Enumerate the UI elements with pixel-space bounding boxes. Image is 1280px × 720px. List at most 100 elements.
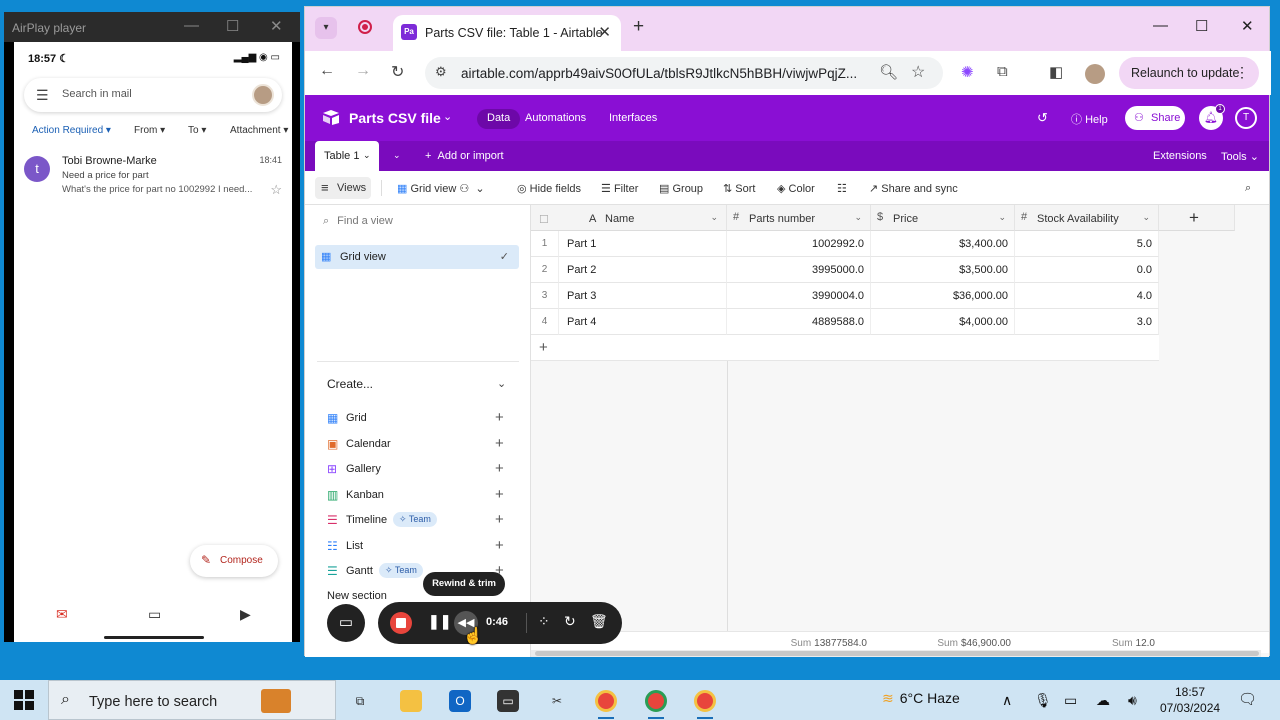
new-section-button[interactable]: New section: [327, 590, 387, 602]
chip-to[interactable]: To ▾: [188, 125, 206, 136]
maximize-icon[interactable]: ☐: [226, 17, 239, 35]
side-panel-icon[interactable]: ◧: [1049, 63, 1063, 81]
add-or-import-button[interactable]: + Add or import: [425, 150, 504, 162]
table-row[interactable]: 3 Part 3 3990004.0 $36,000.00 4.0: [531, 283, 1159, 309]
views-button[interactable]: ≡ Views: [315, 177, 371, 199]
chevron-down-icon[interactable]: ⌄: [443, 110, 452, 123]
chevron-up-icon[interactable]: ∧: [1002, 692, 1012, 709]
relaunch-button[interactable]: Relaunch to update ⋮: [1119, 57, 1259, 89]
chip-attachment[interactable]: Attachment ▾: [230, 125, 288, 136]
create-timeline[interactable]: ☰ Timeline ✧ Team +: [327, 511, 511, 531]
row-height-icon[interactable]: ☷: [837, 182, 847, 195]
search-icon[interactable]: ⌕: [1245, 182, 1251, 195]
mail-search-bar[interactable]: ☰ Search in mail: [24, 78, 282, 112]
mail-icon[interactable]: ✉: [56, 606, 68, 623]
new-tab-icon[interactable]: +: [633, 16, 644, 38]
minimize-icon[interactable]: —: [184, 17, 199, 34]
chrome-profile-2-icon[interactable]: [694, 690, 716, 712]
maximize-icon[interactable]: ☐: [1195, 17, 1208, 35]
volume-icon[interactable]: 🔊︎: [1128, 692, 1137, 709]
create-list[interactable]: ☷ List +: [327, 537, 511, 557]
chip-from[interactable]: From ▾: [134, 125, 165, 136]
tab-search-icon[interactable]: ▾: [315, 17, 337, 39]
sum-price[interactable]: Sum $46,900.00: [871, 638, 1011, 649]
column-header-parts-number[interactable]: # Parts number ⌄: [727, 205, 871, 231]
tab-airtable[interactable]: Pa Parts CSV file: Table 1 - Airtable ✕: [393, 15, 621, 51]
grid-view-switcher[interactable]: ▦ Grid view ⚇ ⌄: [397, 182, 485, 195]
tables-chevron-icon[interactable]: ⌄: [393, 150, 401, 161]
onedrive-icon[interactable]: ☁: [1096, 692, 1110, 709]
sum-parts-number[interactable]: Sum 13877584.0: [727, 638, 867, 649]
table-row[interactable]: 2 Part 2 3995000.0 $3,500.00 0.0: [531, 257, 1159, 283]
bookmark-star-icon[interactable]: ☆: [911, 62, 925, 82]
chevron-down-icon[interactable]: ⌄: [998, 212, 1006, 223]
column-header-price[interactable]: $ Price ⌄: [871, 205, 1015, 231]
pause-icon[interactable]: ❚❚: [428, 613, 451, 630]
terminal-icon[interactable]: ▭: [497, 690, 519, 712]
sum-stock[interactable]: Sum 12.0: [1015, 638, 1155, 649]
microphone-icon[interactable]: 🎙︎: [1034, 692, 1052, 709]
nav-data[interactable]: Data: [477, 109, 521, 129]
nav-automations[interactable]: Automations: [515, 109, 596, 129]
meet-icon[interactable]: ▶: [240, 606, 251, 623]
create-gallery[interactable]: ⊞ Gallery +: [327, 460, 511, 480]
outlook-icon[interactable]: O: [449, 690, 471, 712]
plus-icon[interactable]: +: [495, 486, 504, 503]
select-all-checkbox[interactable]: ☐: [539, 213, 549, 226]
create-kanban[interactable]: ▥ Kanban +: [327, 486, 511, 506]
sidebar-item-grid-view[interactable]: ▦ Grid view ✓: [315, 245, 519, 269]
create-calendar[interactable]: ▣ Calendar +: [327, 435, 511, 455]
back-icon[interactable]: ←: [319, 62, 335, 80]
chip-action-required[interactable]: Action Required ▾: [32, 125, 111, 136]
menu-dots-icon[interactable]: ⋮: [1235, 64, 1249, 81]
close-icon[interactable]: ✕: [1241, 17, 1254, 35]
windows-start-icon[interactable]: [14, 690, 34, 710]
account-avatar[interactable]: [252, 84, 274, 106]
forward-icon[interactable]: →: [355, 62, 371, 80]
restart-icon[interactable]: ↻: [564, 613, 576, 630]
table-row[interactable]: 1 Part 1 1002992.0 $3,400.00 5.0: [531, 231, 1159, 257]
chat-icon[interactable]: ▭: [148, 606, 161, 623]
horizontal-scrollbar[interactable]: [531, 650, 1261, 657]
chevron-down-icon[interactable]: ⌄: [497, 377, 506, 390]
weather-widget[interactable]: ≋ 6°C Haze: [882, 690, 960, 707]
create-heading[interactable]: Create...: [327, 377, 373, 391]
hide-fields-button[interactable]: ◎ Hide fields: [517, 182, 581, 195]
minimize-icon[interactable]: —: [1153, 17, 1168, 34]
profile-avatar[interactable]: [1085, 64, 1105, 84]
column-header-stock[interactable]: # Stock Availability ⌄: [1015, 205, 1159, 231]
share-button[interactable]: ⚇ Share: [1125, 106, 1185, 130]
chevron-down-icon[interactable]: ⌄: [854, 212, 862, 223]
file-explorer-icon[interactable]: [400, 690, 422, 712]
camera-toggle-button[interactable]: ▭: [327, 604, 365, 642]
plus-icon[interactable]: +: [495, 435, 504, 452]
airtable-logo-icon[interactable]: [321, 109, 341, 125]
nav-interfaces[interactable]: Interfaces: [599, 109, 667, 129]
trash-icon[interactable]: 🗑︎: [590, 613, 608, 630]
snipping-tool-icon[interactable]: ✂: [546, 690, 568, 712]
tab-table-1[interactable]: Table 1 ⌄: [315, 141, 379, 171]
scrollbar-thumb[interactable]: [535, 651, 1259, 656]
find-view-input[interactable]: ⌕ Find a view: [323, 215, 393, 228]
extension-icon[interactable]: ✺: [961, 63, 974, 81]
history-icon[interactable]: ↺: [1037, 110, 1048, 126]
base-name[interactable]: Parts CSV file: [349, 110, 441, 126]
group-button[interactable]: ▤ Group: [659, 182, 703, 195]
chevron-down-icon[interactable]: ⌄: [710, 212, 718, 223]
draw-grid-icon[interactable]: ⁘: [538, 613, 550, 630]
tools-button[interactable]: Tools ⌄: [1221, 150, 1259, 163]
plus-icon[interactable]: +: [495, 511, 504, 528]
taskbar-search-box[interactable]: ⌕ Type here to search: [48, 680, 336, 720]
task-view-icon[interactable]: ⧉: [349, 690, 371, 712]
add-record-button[interactable]: +: [531, 335, 1159, 361]
close-icon[interactable]: ✕: [270, 17, 283, 35]
site-info-icon[interactable]: ⚙: [435, 64, 447, 80]
stop-recording-button[interactable]: [390, 612, 412, 634]
reload-icon[interactable]: ↻: [391, 62, 404, 82]
extensions-puzzle-icon[interactable]: ⧉: [997, 63, 1008, 80]
filter-button[interactable]: ☰ Filter: [601, 182, 638, 195]
chrome-icon[interactable]: [595, 690, 617, 712]
help-button[interactable]: ⓘ Help: [1071, 111, 1108, 127]
chrome-profile-icon[interactable]: [645, 690, 667, 712]
chevron-down-icon[interactable]: ⌄: [1142, 212, 1150, 223]
